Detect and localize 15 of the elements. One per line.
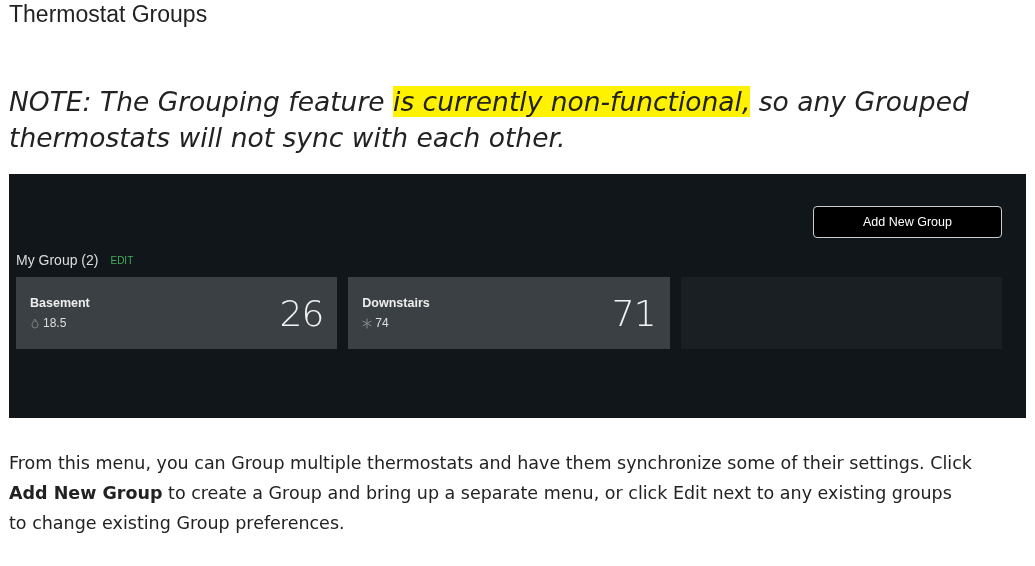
thermostat-name: Basement — [30, 296, 90, 310]
edit-link[interactable]: EDIT — [110, 254, 134, 266]
add-group-button[interactable]: Add New Group — [813, 206, 1002, 238]
setpoint-value: 18.5 — [43, 316, 67, 330]
group-title: My Group (2) — [16, 252, 99, 268]
thermostat-card[interactable]: Basement 18.5 26 — [16, 277, 338, 349]
thermostat-card[interactable]: Downstairs 74 71 — [348, 277, 670, 349]
thermostat-name: Downstairs — [362, 296, 430, 310]
description-paragraph: From this menu, you can Group multiple thermostats and have them synchronize some of their settings. Click Add New Group to create a Group and bring up a separate menu, or click Edit next to any existing groups to change existing Group preferences. — [9, 452, 973, 535]
snowflake-icon — [362, 317, 373, 329]
temperature-reading: 71 — [611, 292, 656, 334]
note-text: NOTE: The Grouping feature is currently non-functional, so any Grouped thermostats will not sync with each other. — [9, 85, 969, 155]
setpoint-value: 74 — [375, 316, 389, 330]
temperature-reading: 26 — [279, 292, 324, 334]
page-heading: Thermostat Groups — [9, 0, 208, 28]
